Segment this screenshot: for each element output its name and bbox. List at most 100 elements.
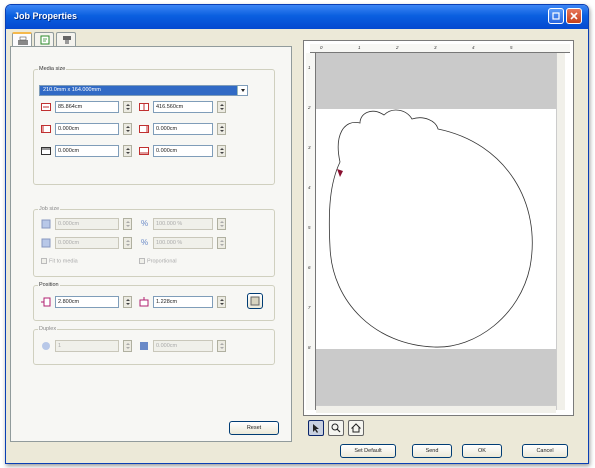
ok-button[interactable]: OK xyxy=(462,444,502,458)
job-height-field[interactable]: 0.000cm xyxy=(55,237,119,249)
position-x-icon xyxy=(41,297,51,307)
position-x-field[interactable]: 2.800cm xyxy=(55,296,119,308)
ruler-label: 1 xyxy=(308,65,311,70)
duplex-label: Duplex xyxy=(38,326,58,332)
checkbox-icon xyxy=(41,258,47,264)
document-icon xyxy=(40,35,50,45)
center-position-button[interactable] xyxy=(247,293,263,309)
job-size-label: Job size xyxy=(38,206,61,212)
margin-left-field[interactable]: 0.000cm xyxy=(55,123,119,135)
job-height-icon xyxy=(41,238,51,248)
media-size-selected: 210.0mm x 164.000mm xyxy=(43,87,101,93)
position-label: Position xyxy=(38,282,60,288)
ruler-label: 8 xyxy=(308,345,311,350)
ruler-label: 4 xyxy=(308,185,311,190)
fit-to-media-checkbox[interactable]: Fit to media xyxy=(41,258,78,264)
reset-button[interactable]: Reset xyxy=(229,421,279,435)
ruler-label: 7 xyxy=(308,305,311,310)
job-height-spinner[interactable] xyxy=(123,237,132,249)
proportional-label: Proportional xyxy=(147,258,177,265)
ruler-label: 2 xyxy=(396,45,399,50)
job-width-icon xyxy=(41,219,51,229)
vertical-scrollbar[interactable] xyxy=(556,53,565,410)
ruler-label: 3 xyxy=(434,45,437,50)
position-y-field[interactable]: 1.228cm xyxy=(153,296,213,308)
start-point-marker xyxy=(337,169,343,177)
media-width-spinner[interactable] xyxy=(123,101,132,113)
margin-left-icon xyxy=(41,125,51,133)
title-bar: Job Properties xyxy=(6,5,588,29)
print-queue-icon xyxy=(63,36,71,44)
job-width-percent-field[interactable]: 100.000 % xyxy=(153,218,213,230)
zoom-tool-button[interactable] xyxy=(328,420,344,436)
tab-document[interactable] xyxy=(34,32,54,46)
zoom-icon xyxy=(331,423,341,433)
ruler-label: 6 xyxy=(308,265,311,270)
settings-panel: Media size 210.0mm x 164.000mm 85.864cm … xyxy=(10,46,292,442)
position-x-spinner[interactable] xyxy=(123,296,132,308)
ruler-label: 5 xyxy=(308,225,311,230)
home-tool-button[interactable] xyxy=(348,420,364,436)
close-button[interactable] xyxy=(566,8,582,24)
checkbox-icon xyxy=(139,258,145,264)
chevron-down-icon xyxy=(237,86,247,95)
fit-to-media-label: Fit to media xyxy=(49,258,78,265)
ruler-label: 0 xyxy=(320,45,323,50)
tab-queue[interactable] xyxy=(56,32,76,46)
pointer-icon xyxy=(313,424,319,433)
job-width-percent-spinner[interactable] xyxy=(217,218,226,230)
duplex-gap-spinner[interactable] xyxy=(217,340,226,352)
tab-printer[interactable] xyxy=(12,32,32,47)
margin-top-field[interactable]: 0.000cm xyxy=(55,145,119,157)
preview-canvas[interactable] xyxy=(316,53,556,405)
duplex-gap-field[interactable]: 0.000cm xyxy=(153,340,213,352)
home-icon xyxy=(351,423,361,433)
cut-path-preview xyxy=(328,109,533,348)
horizontal-scrollbar[interactable] xyxy=(316,405,556,413)
printer-icon xyxy=(18,36,28,45)
position-y-spinner[interactable] xyxy=(217,296,226,308)
media-size-select[interactable]: 210.0mm x 164.000mm xyxy=(39,85,248,96)
job-width-field[interactable]: 0.000cm xyxy=(55,218,119,230)
cancel-button[interactable]: Cancel xyxy=(522,444,568,458)
media-height-spinner[interactable] xyxy=(217,101,226,113)
margin-right-icon xyxy=(139,125,149,133)
window-title: Job Properties xyxy=(14,11,78,21)
copies-icon xyxy=(42,342,50,350)
margin-left-spinner[interactable] xyxy=(123,123,132,135)
position-y-icon xyxy=(139,297,149,307)
job-height-percent-field[interactable]: 100.000 % xyxy=(153,237,213,249)
send-button[interactable]: Send xyxy=(412,444,452,458)
margin-top-spinner[interactable] xyxy=(123,145,132,157)
margin-right-field[interactable]: 0.000cm xyxy=(153,123,213,135)
ruler-label: 5 xyxy=(510,45,513,50)
proportional-checkbox[interactable]: Proportional xyxy=(139,258,177,264)
ruler-label: 2 xyxy=(308,105,311,110)
ruler-label: 3 xyxy=(308,145,311,150)
ruler-label: 4 xyxy=(472,45,475,50)
margin-bottom-spinner[interactable] xyxy=(217,145,226,157)
help-button[interactable] xyxy=(548,8,564,24)
margin-right-spinner[interactable] xyxy=(217,123,226,135)
margin-bottom-icon xyxy=(139,147,149,155)
media-width-field[interactable]: 85.864cm xyxy=(55,101,119,113)
margin-top-icon xyxy=(41,147,51,155)
job-height-percent-spinner[interactable] xyxy=(217,237,226,249)
media-size-label: Media size xyxy=(38,66,67,72)
percent-icon: % xyxy=(141,238,149,247)
job-width-spinner[interactable] xyxy=(123,218,132,230)
horizontal-ruler: 0 1 2 3 4 5 xyxy=(310,44,570,53)
duplex-copies-field[interactable]: 1 xyxy=(55,340,119,352)
set-default-button[interactable]: Set Default xyxy=(340,444,396,458)
media-height-field[interactable]: 416.560cm xyxy=(153,101,213,113)
close-icon xyxy=(570,12,578,20)
height-icon xyxy=(139,103,149,111)
select-tool-button[interactable] xyxy=(308,420,324,436)
ruler-label: 1 xyxy=(358,45,361,50)
percent-icon: % xyxy=(141,219,149,228)
margin-bottom-field[interactable]: 0.000cm xyxy=(153,145,213,157)
width-icon xyxy=(41,103,51,111)
duplex-copies-spinner[interactable] xyxy=(123,340,132,352)
center-icon xyxy=(250,296,260,306)
gap-icon xyxy=(140,342,148,350)
